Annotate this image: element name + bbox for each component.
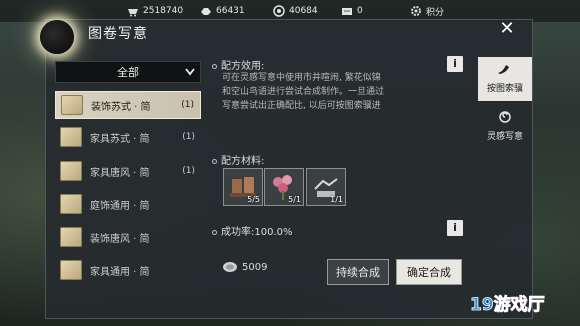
material-count: 5/5 — [247, 195, 260, 204]
resource-scroll: 0 — [341, 4, 363, 18]
tab-recipe-lookup[interactable]: 按图索骥 — [478, 57, 532, 101]
filter-selected: 全部 — [117, 66, 139, 79]
recipe-scroll-icon — [60, 260, 82, 280]
swirl-icon — [499, 111, 511, 123]
resource-swirl: 40684 — [273, 4, 318, 18]
resource-gems: 2518740 — [127, 4, 183, 18]
craft-cost: 5009 — [222, 261, 267, 273]
recipe-item[interactable]: 家具唐风 · 简 (1) — [55, 157, 201, 185]
recipe-item[interactable]: 家具苏式 · 简 (1) — [55, 123, 201, 151]
tab-label: 灵感写意 — [486, 132, 523, 142]
success-rate: 成功率:100.0% — [212, 223, 293, 238]
recipe-item[interactable]: 装饰唐风 · 简 — [55, 223, 201, 251]
window-title: 图卷写意 — [88, 26, 148, 42]
recipe-item[interactable]: 庭饰通用 · 简 — [55, 190, 201, 218]
recipe-label: 装饰唐风 · 简 — [90, 233, 150, 245]
materials-heading: 配方材料: — [212, 152, 264, 167]
category-filter-dropdown[interactable]: 全部 — [55, 61, 201, 83]
confirm-craft-button[interactable]: 确定合成 — [396, 259, 462, 285]
silver-coin-icon — [223, 262, 237, 272]
recipe-label: 庭饰通用 · 简 — [90, 200, 150, 212]
effect-line: 可在灵感写意中使用市井喧闹, 繁花似锦 — [222, 73, 381, 83]
recipe-scroll-icon — [60, 161, 82, 181]
recipe-count: (1) — [182, 166, 195, 176]
effect-line: 和空山鸟语进行尝试合成制作。一旦通过 — [222, 87, 385, 97]
resource-value: 2518740 — [143, 6, 184, 16]
material-count: 1/1 — [330, 195, 343, 204]
resource-value: 40684 — [289, 6, 318, 16]
brush-icon — [498, 65, 509, 74]
recipe-item[interactable]: 家具通用 · 简 — [55, 256, 201, 284]
effect-info-icon[interactable]: i — [447, 56, 463, 72]
scroll-ticket-icon — [342, 8, 352, 15]
silver-ingot-icon — [201, 8, 211, 15]
recipe-label: 装饰苏式 · 简 — [91, 101, 151, 113]
recipe-scroll-icon — [61, 95, 83, 115]
resource-value: 0 — [357, 6, 363, 16]
points-button[interactable]: 积分 — [410, 4, 444, 18]
points-label: 积分 — [426, 7, 445, 18]
material-count: 5/1 — [288, 195, 301, 204]
chevron-down-icon — [185, 68, 195, 76]
gear-icon — [411, 6, 421, 16]
material-slot[interactable]: 1/1 — [306, 168, 346, 206]
tab-label: 按图索骥 — [486, 84, 523, 94]
effect-description: 可在灵感写意中使用市井喧闹, 繁花似锦 和空山鸟语进行尝试合成制作。一旦通过 写… — [222, 71, 452, 113]
recipe-scroll-icon — [60, 194, 82, 214]
bullet-icon — [212, 229, 217, 235]
material-slot[interactable]: 5/5 — [223, 168, 263, 206]
recipe-item[interactable]: 装饰苏式 · 简 (1) — [55, 91, 201, 119]
rate-info-icon[interactable]: i — [447, 220, 463, 236]
effect-heading: 配方效用: — [212, 57, 264, 72]
tab-inspiration[interactable]: 灵感写意 — [478, 105, 532, 149]
recipe-label: 家具苏式 · 简 — [90, 133, 150, 145]
swirl-token-icon — [273, 5, 285, 17]
recipe-label: 家具通用 · 简 — [90, 266, 150, 278]
continue-craft-button[interactable]: 持续合成 — [327, 259, 389, 285]
bullet-icon — [212, 158, 217, 164]
bullet-icon — [212, 63, 217, 69]
recipe-scroll-icon — [60, 127, 82, 147]
recipe-label: 家具唐风 · 简 — [90, 167, 150, 179]
recipe-scroll-icon — [60, 227, 82, 247]
site-watermark: 19游戏厅 — [470, 294, 545, 316]
resource-silver: 66431 — [200, 4, 245, 18]
effect-line: 写意尝试出正确配比, 以后可按图索骥进 — [222, 101, 381, 111]
recipe-count: (1) — [182, 132, 195, 142]
gem-cart-icon — [128, 9, 138, 17]
watermark-text: 19游戏厅 — [470, 294, 545, 315]
cost-value: 5009 — [242, 261, 268, 273]
close-icon[interactable]: ✕ — [497, 19, 517, 39]
material-slot[interactable]: 5/1 — [264, 168, 304, 206]
moon-emblem — [40, 20, 74, 54]
recipe-count: (1) — [181, 100, 194, 110]
resource-value: 66431 — [216, 6, 245, 16]
